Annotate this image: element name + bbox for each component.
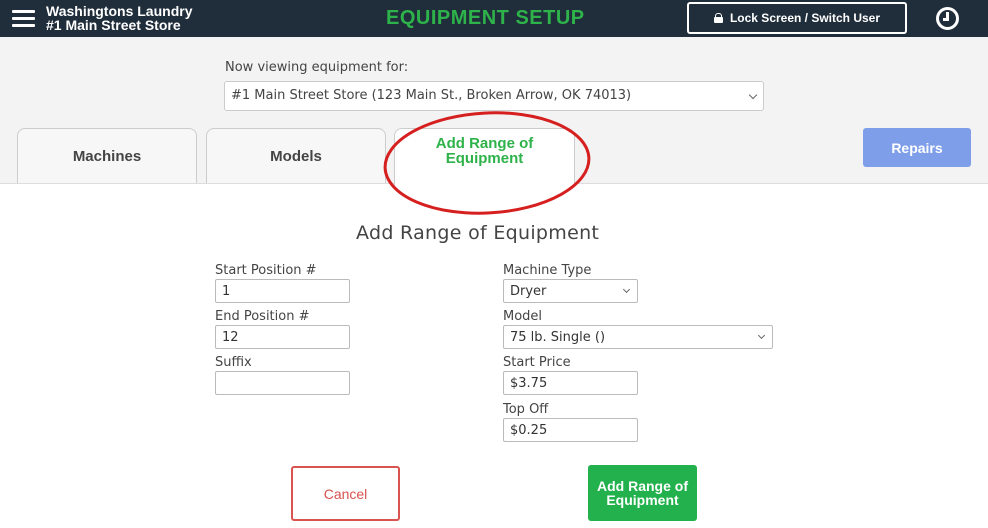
store-name: Washingtons Laundry #1 Main Street Store xyxy=(46,4,192,32)
chevron-down-icon xyxy=(757,331,766,340)
start-position-input[interactable]: 1 xyxy=(215,279,350,303)
chevron-down-icon xyxy=(622,285,631,294)
top-off-input[interactable]: $0.25 xyxy=(503,418,638,442)
start-price-value: $3.75 xyxy=(510,376,548,391)
top-bar: Washingtons Laundry #1 Main Street Store… xyxy=(0,0,988,37)
start-price-label: Start Price xyxy=(503,355,571,370)
cancel-label: Cancel xyxy=(323,485,368,502)
end-position-input[interactable]: 12 xyxy=(215,325,350,349)
cancel-button[interactable]: Cancel xyxy=(291,466,400,521)
model-value: 75 lb. Single () xyxy=(510,330,606,345)
start-price-input[interactable]: $3.75 xyxy=(503,371,638,395)
suffix-input[interactable] xyxy=(215,371,350,395)
top-off-value: $0.25 xyxy=(510,423,548,438)
store-name-line1: Washingtons Laundry xyxy=(46,3,193,19)
machine-type-value: Dryer xyxy=(510,284,547,299)
end-position-value: 12 xyxy=(222,330,239,345)
page-title: EQUIPMENT SETUP xyxy=(386,7,585,29)
tab-models-label: Models xyxy=(270,148,322,165)
start-position-label: Start Position # xyxy=(215,263,317,278)
top-off-label: Top Off xyxy=(503,402,549,417)
hamburger-menu-icon[interactable] xyxy=(12,10,35,27)
repairs-label: Repairs xyxy=(891,139,943,156)
lock-screen-button[interactable]: Lock Screen / Switch User xyxy=(687,2,907,34)
model-label: Model xyxy=(503,309,543,324)
model-select[interactable]: 75 lb. Single () xyxy=(503,325,773,349)
suffix-label: Suffix xyxy=(215,355,252,370)
end-position-label: End Position # xyxy=(215,309,310,324)
store-select-value: #1 Main Street Store (123 Main St., Brok… xyxy=(231,88,632,103)
add-range-button-line2: Equipment xyxy=(606,492,679,508)
viewing-label: Now viewing equipment for: xyxy=(225,60,409,75)
chevron-down-icon xyxy=(748,90,758,100)
tab-add-range-label-line2: Equipment xyxy=(445,149,524,167)
tab-add-range[interactable]: Add Range of Equipment xyxy=(394,128,575,186)
machine-type-label: Machine Type xyxy=(503,263,592,278)
add-range-button[interactable]: Add Range of Equipment xyxy=(588,465,697,521)
start-position-value: 1 xyxy=(222,284,231,299)
store-select[interactable]: #1 Main Street Store (123 Main St., Brok… xyxy=(224,81,764,111)
add-range-button-line1: Add Range of xyxy=(597,478,688,494)
lock-screen-label: Lock Screen / Switch User xyxy=(729,11,881,25)
lock-icon xyxy=(713,13,723,23)
tab-machines[interactable]: Machines xyxy=(17,128,197,184)
form-title: Add Range of Equipment xyxy=(356,222,600,244)
form-panel: Add Range of Equipment Start Position # … xyxy=(0,183,988,528)
tab-machines-label: Machines xyxy=(72,148,142,165)
store-name-line2: #1 Main Street Store xyxy=(46,17,181,33)
tab-add-range-label-line1: Add Range of xyxy=(435,134,534,152)
machine-type-select[interactable]: Dryer xyxy=(503,279,638,303)
tab-models[interactable]: Models xyxy=(206,128,386,184)
repairs-button[interactable]: Repairs xyxy=(863,128,971,167)
clock-icon[interactable] xyxy=(936,7,959,30)
